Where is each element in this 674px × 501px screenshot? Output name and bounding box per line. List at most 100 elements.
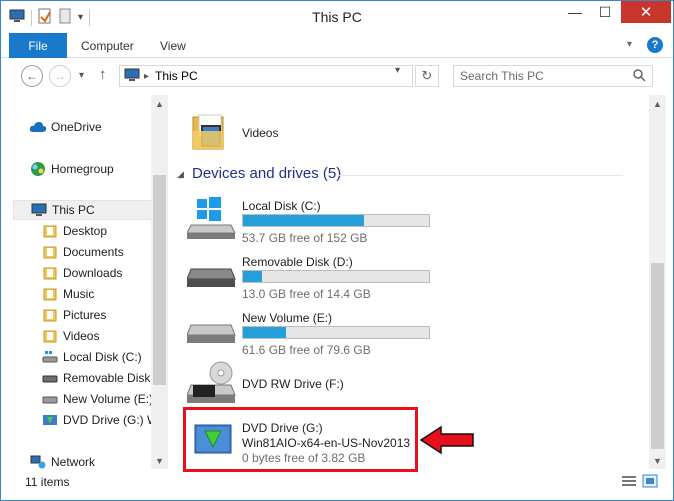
nav-item-local-disk-c[interactable]: Local Disk (C:) <box>41 347 142 367</box>
file-tab[interactable]: File <box>9 33 67 58</box>
collapse-group-icon[interactable]: ◢ <box>177 169 184 180</box>
computer-icon <box>30 202 48 218</box>
network-icon <box>29 454 47 469</box>
maximize-button[interactable]: ☐ <box>591 1 619 23</box>
drive-usage-fill <box>243 215 364 226</box>
nav-item-label: DVD Drive (G:) W <box>63 413 159 427</box>
refresh-button[interactable]: ↻ <box>415 65 439 87</box>
large-icons-view-icon[interactable] <box>642 474 658 488</box>
drive-name: New Volume (E:) <box>242 311 333 325</box>
cloud-icon <box>29 119 47 135</box>
search-placeholder: Search This PC <box>460 69 544 83</box>
address-bar[interactable]: ▸ This PC <box>119 65 413 87</box>
folder-icon <box>41 307 59 323</box>
drive-icon <box>186 307 237 353</box>
tab-view[interactable]: View <box>160 39 186 53</box>
nav-pane-scroll-thumb[interactable] <box>153 175 166 385</box>
nav-item-downloads[interactable]: Downloads <box>41 263 122 283</box>
minimize-button[interactable]: — <box>561 1 589 23</box>
group-header-devices[interactable]: Devices and drives (5) <box>192 165 341 182</box>
drive-item-local-disk-c[interactable]: Local Disk (C:) 53.7 GB free of 152 GB <box>186 195 637 249</box>
navigation-pane: OneDrive Homegroup This PC Desktop Docum… <box>9 95 169 469</box>
removable-drive-icon <box>41 370 59 386</box>
scroll-down-icon[interactable]: ▼ <box>151 452 168 469</box>
nav-item-network[interactable]: Network <box>29 452 95 469</box>
drive-item-removable-disk-d[interactable]: Removable Disk (D:) 13.0 GB free of 14.4… <box>186 251 637 305</box>
close-button[interactable]: ✕ <box>621 1 671 23</box>
computer-icon <box>124 68 140 85</box>
breadcrumb-this-pc[interactable]: This PC <box>155 69 198 83</box>
drive-name: Removable Disk (D:) <box>242 255 353 269</box>
videos-folder-icon[interactable] <box>189 111 229 153</box>
removable-drive-icon <box>186 251 237 297</box>
nav-item-videos[interactable]: Videos <box>41 326 99 346</box>
address-dropdown-icon[interactable]: ▾ <box>395 65 400 76</box>
homegroup-icon <box>29 161 47 177</box>
help-icon[interactable]: ? <box>647 37 663 53</box>
drive-usage-fill <box>243 271 262 282</box>
drive-usage-bar <box>242 214 430 227</box>
drive-free-space: 53.7 GB free of 152 GB <box>242 231 368 245</box>
nav-pane-scrollbar[interactable]: ▲ ▼ <box>151 95 168 469</box>
nav-item-new-volume-e[interactable]: New Volume (E:) <box>41 389 153 409</box>
drive-usage-fill <box>243 327 286 338</box>
recent-locations-icon[interactable]: ▾ <box>79 70 84 81</box>
forward-arrow-icon: → <box>54 69 66 83</box>
drive-usage-bar <box>242 326 430 339</box>
up-button[interactable]: ↑ <box>99 66 107 83</box>
folder-label[interactable]: Videos <box>242 126 278 140</box>
expand-ribbon-icon[interactable]: ▾ <box>627 39 632 50</box>
nav-item-label: Local Disk (C:) <box>63 350 142 364</box>
folder-icon <box>41 265 59 281</box>
windows-drive-icon <box>186 195 237 241</box>
scroll-up-icon[interactable]: ▲ <box>649 95 666 112</box>
forward-button[interactable]: → <box>49 65 71 87</box>
status-bar: 11 items <box>1 471 673 500</box>
folder-icon <box>41 244 59 260</box>
nav-item-homegroup[interactable]: Homegroup <box>29 159 114 179</box>
content-scroll-thumb[interactable] <box>651 263 664 449</box>
nav-item-label: Documents <box>63 245 124 259</box>
nav-item-label: Videos <box>63 329 100 343</box>
drive-icon <box>41 391 59 407</box>
details-view-icon[interactable] <box>621 474 637 488</box>
nav-item-onedrive[interactable]: OneDrive <box>29 117 102 137</box>
drive-item-new-volume-e[interactable]: New Volume (E:) 61.6 GB free of 79.6 GB <box>186 307 637 361</box>
item-count: 11 items <box>25 475 70 489</box>
scroll-down-icon[interactable]: ▼ <box>649 452 666 469</box>
nav-item-pictures[interactable]: Pictures <box>41 305 106 325</box>
navigation-bar: ← → ▾ ↑ ▸ This PC ▾ ↻ Search This PC <box>1 59 673 93</box>
breadcrumb-chevron-icon[interactable]: ▸ <box>144 71 149 82</box>
nav-item-this-pc[interactable]: This PC <box>13 200 155 220</box>
scroll-up-icon[interactable]: ▲ <box>151 95 168 112</box>
nav-item-label: Network <box>51 455 96 469</box>
nav-item-removable-disk-d[interactable]: Removable Disk ( <box>41 368 158 388</box>
folder-icon <box>41 286 59 302</box>
title-bar: ▾ This PC — ☐ ✕ <box>1 1 673 33</box>
drive-free-space: 61.6 GB free of 79.6 GB <box>242 343 371 357</box>
nav-item-label: New Volume (E:) <box>63 392 154 406</box>
annotation-highlight-box <box>183 407 418 472</box>
drive-usage-bar <box>242 270 430 283</box>
annotation-arrow-icon <box>419 425 474 455</box>
dvd-drive-icon <box>41 412 59 428</box>
nav-item-label: Music <box>63 287 95 301</box>
content-scrollbar[interactable]: ▲ ▼ <box>649 95 666 469</box>
drive-icon <box>41 349 59 365</box>
nav-item-label: Desktop <box>63 224 108 238</box>
nav-item-dvd-drive-g[interactable]: DVD Drive (G:) W <box>41 410 158 430</box>
nav-item-documents[interactable]: Documents <box>41 242 124 262</box>
back-button[interactable]: ← <box>21 65 43 87</box>
tab-computer[interactable]: Computer <box>81 39 134 53</box>
back-arrow-icon: ← <box>26 69 38 83</box>
nav-item-desktop[interactable]: Desktop <box>41 221 107 241</box>
nav-item-label: Homegroup <box>51 162 114 176</box>
drive-name: DVD RW Drive (F:) <box>242 377 344 391</box>
folder-icon <box>41 223 59 239</box>
nav-item-music[interactable]: Music <box>41 284 94 304</box>
search-input[interactable]: Search This PC <box>453 65 653 87</box>
drive-free-space: 13.0 GB free of 14.4 GB <box>242 287 371 301</box>
refresh-icon: ↻ <box>421 68 433 83</box>
search-icon[interactable] <box>633 69 646 85</box>
nav-item-label: OneDrive <box>51 120 102 134</box>
